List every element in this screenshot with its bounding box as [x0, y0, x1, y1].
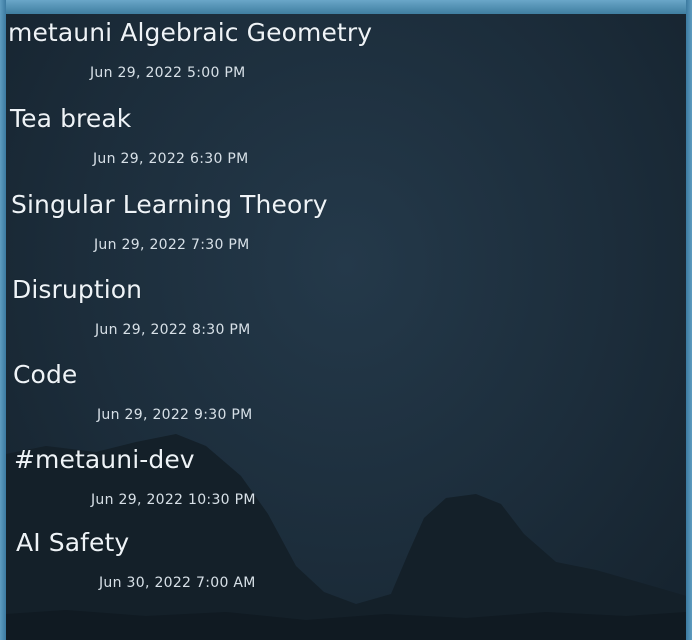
event-time: Jun 29, 2022 5:00 PM — [90, 65, 246, 81]
event-time: Jun 29, 2022 6:30 PM — [93, 151, 249, 167]
event-title: metauni Algebraic Geometry — [8, 18, 373, 47]
event-item[interactable]: Code Jun 29, 2022 9:30 PM — [6, 356, 686, 440]
event-title: Disruption — [12, 275, 143, 304]
event-list: metauni Algebraic Geometry Jun 29, 2022 … — [6, 14, 686, 640]
event-title: #metauni-dev — [14, 445, 195, 474]
event-item[interactable]: Singular Learning Theory Jun 29, 2022 7:… — [6, 186, 686, 270]
window-frame-right — [686, 0, 692, 640]
event-title: AI Safety — [16, 528, 130, 557]
event-schedule-panel: metauni Algebraic Geometry Jun 29, 2022 … — [6, 14, 686, 640]
event-time: Jun 29, 2022 7:30 PM — [94, 237, 250, 253]
event-item[interactable]: AI Safety Jun 30, 2022 7:00 AM — [6, 524, 686, 608]
event-title: Singular Learning Theory — [11, 190, 328, 219]
event-item[interactable]: metauni Algebraic Geometry Jun 29, 2022 … — [6, 14, 686, 98]
event-time: Jun 29, 2022 8:30 PM — [95, 322, 251, 338]
window-frame-top — [0, 0, 692, 14]
event-item[interactable]: Tea break Jun 29, 2022 6:30 PM — [6, 100, 686, 184]
event-title: Tea break — [10, 104, 132, 133]
event-time: Jun 29, 2022 10:30 PM — [91, 492, 256, 508]
event-item[interactable]: Disruption Jun 29, 2022 8:30 PM — [6, 271, 686, 355]
event-time: Jun 30, 2022 7:00 AM — [99, 575, 256, 591]
event-time: Jun 29, 2022 9:30 PM — [97, 407, 253, 423]
event-item[interactable]: #metauni-dev Jun 29, 2022 10:30 PM — [6, 441, 686, 525]
event-title: Code — [13, 360, 78, 389]
